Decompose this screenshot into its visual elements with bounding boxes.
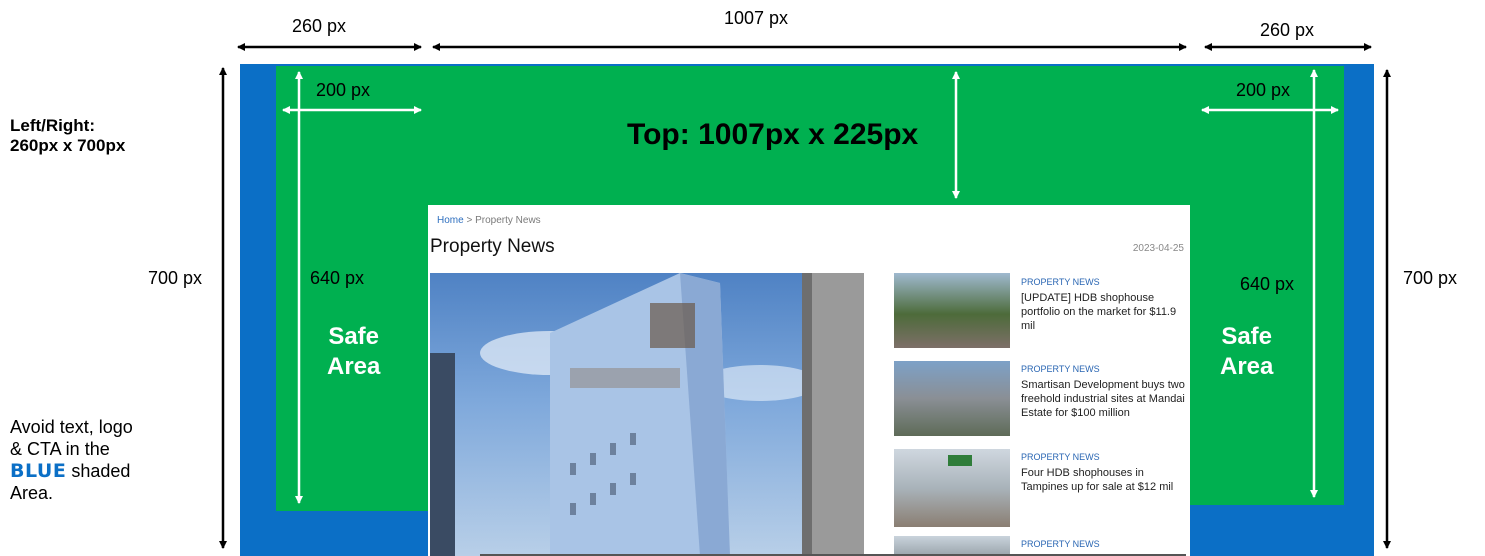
safe-width-label-right: 200 px (1236, 80, 1291, 100)
height-label-left: 700 px (148, 268, 203, 288)
note-line: Left/Right: (10, 116, 95, 135)
safe-label-line: Area (1220, 353, 1274, 380)
top-area-label: Top: 1007px x 225px (627, 118, 919, 151)
safe-area-label-left: Safe Area (327, 322, 380, 382)
avoid-note: Avoid text, logo & CTA in the BLUE shade… (10, 416, 133, 504)
blue-word: BLUE (10, 460, 67, 482)
safe-width-label-left: 200 px (316, 80, 371, 100)
avoid-line: Avoid text, logo (10, 417, 133, 437)
safe-height-label-left: 640 px (310, 268, 365, 288)
avoid-shaded-text: shaded (66, 461, 131, 481)
avoid-line: Area. (10, 483, 54, 503)
safe-area-label-right: Safe Area (1220, 322, 1273, 382)
safe-label-line: Safe (1221, 323, 1273, 350)
safe-height-label-right: 640 px (1240, 274, 1295, 294)
note-line: 260px x 700px (10, 136, 126, 155)
side-width-label-left: 260 px (292, 16, 347, 36)
side-width-label-right: 260 px (1260, 20, 1315, 40)
avoid-line: BLUE shaded (10, 460, 133, 482)
left-right-size-note: Left/Right: 260px x 700px (10, 116, 125, 156)
center-width-label: 1007 px (724, 8, 789, 28)
safe-label-line: Safe (328, 323, 380, 350)
height-label-right: 700 px (1403, 268, 1458, 288)
avoid-line: & CTA in the (10, 439, 110, 459)
safe-label-line: Area (327, 353, 381, 380)
